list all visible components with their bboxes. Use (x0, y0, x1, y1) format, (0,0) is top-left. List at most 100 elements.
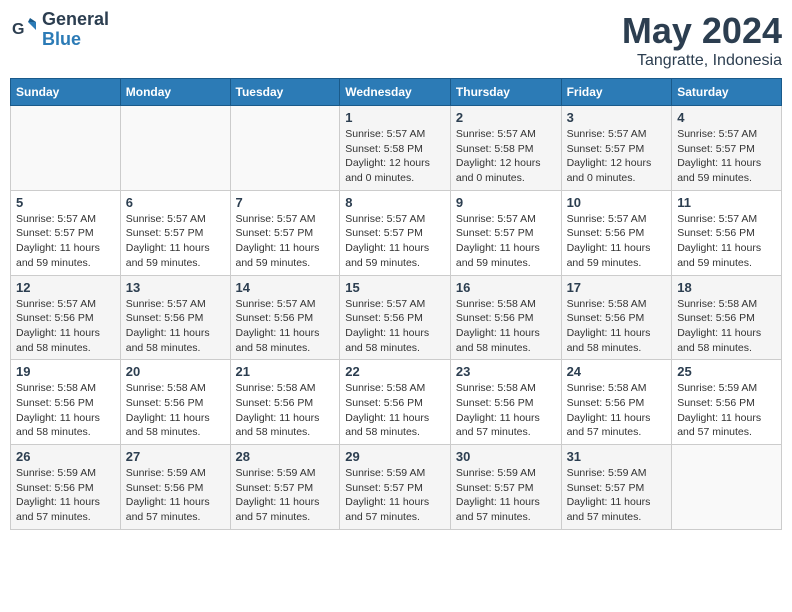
day-info: Sunrise: 5:57 AMSunset: 5:57 PMDaylight:… (456, 212, 556, 271)
day-number: 25 (677, 364, 776, 379)
calendar-cell: 25 Sunrise: 5:59 AMSunset: 5:56 PMDayligh… (672, 360, 782, 445)
day-info: Sunrise: 5:58 AMSunset: 5:56 PMDaylight:… (456, 297, 556, 356)
month-title: May 2024 (622, 10, 782, 52)
day-info: Sunrise: 5:59 AMSunset: 5:56 PMDaylight:… (16, 466, 115, 525)
day-info: Sunrise: 5:58 AMSunset: 5:56 PMDaylight:… (677, 297, 776, 356)
calendar-cell: 15 Sunrise: 5:57 AMSunset: 5:56 PMDayligh… (340, 275, 451, 360)
day-info: Sunrise: 5:57 AMSunset: 5:56 PMDaylight:… (126, 297, 225, 356)
calendar-week-row: 5 Sunrise: 5:57 AMSunset: 5:57 PMDaylight… (11, 190, 782, 275)
day-number: 21 (236, 364, 335, 379)
day-info: Sunrise: 5:59 AMSunset: 5:56 PMDaylight:… (126, 466, 225, 525)
day-number: 14 (236, 280, 335, 295)
day-info: Sunrise: 5:57 AMSunset: 5:56 PMDaylight:… (236, 297, 335, 356)
logo-text-line1: General (42, 10, 109, 30)
day-info: Sunrise: 5:57 AMSunset: 5:57 PMDaylight:… (126, 212, 225, 271)
day-number: 13 (126, 280, 225, 295)
day-number: 30 (456, 449, 556, 464)
day-number: 3 (567, 110, 667, 125)
calendar-cell: 6Sunrise: 5:57 AMSunset: 5:57 PMDaylight… (120, 190, 230, 275)
day-info: Sunrise: 5:59 AMSunset: 5:56 PMDaylight:… (677, 381, 776, 440)
calendar-cell: 16 Sunrise: 5:58 AMSunset: 5:56 PMDayligh… (450, 275, 561, 360)
day-number: 22 (345, 364, 445, 379)
calendar-cell: 28 Sunrise: 5:59 AMSunset: 5:57 PMDayligh… (230, 445, 340, 530)
calendar-cell (672, 445, 782, 530)
calendar-week-row: 26 Sunrise: 5:59 AMSunset: 5:56 PMDayligh… (11, 445, 782, 530)
day-info: Sunrise: 5:59 AMSunset: 5:57 PMDaylight:… (456, 466, 556, 525)
day-info: Sunrise: 5:57 AMSunset: 5:56 PMDaylight:… (567, 212, 667, 271)
calendar-cell: 14 Sunrise: 5:57 AMSunset: 5:56 PMDayligh… (230, 275, 340, 360)
day-number: 1 (345, 110, 445, 125)
day-info: Sunrise: 5:59 AMSunset: 5:57 PMDaylight:… (236, 466, 335, 525)
day-number: 7 (236, 195, 335, 210)
day-number: 15 (345, 280, 445, 295)
weekday-header: Tuesday (230, 79, 340, 106)
location: Tangratte, Indonesia (622, 52, 782, 70)
calendar-cell: 4Sunrise: 5:57 AMSunset: 5:57 PMDaylight… (672, 106, 782, 191)
title-block: May 2024 Tangratte, Indonesia (622, 10, 782, 70)
day-info: Sunrise: 5:58 AMSunset: 5:56 PMDaylight:… (236, 381, 335, 440)
logo-icon: G (10, 16, 38, 44)
weekday-header: Saturday (672, 79, 782, 106)
day-info: Sunrise: 5:57 AMSunset: 5:57 PMDaylight:… (345, 212, 445, 271)
calendar-week-row: 1 Sunrise: 5:57 AMSunset: 5:58 PMDaylight… (11, 106, 782, 191)
calendar-cell: 30 Sunrise: 5:59 AMSunset: 5:57 PMDayligh… (450, 445, 561, 530)
day-info: Sunrise: 5:57 AMSunset: 5:57 PMDaylight:… (567, 127, 667, 186)
calendar-cell: 19Sunrise: 5:58 AMSunset: 5:56 PMDayligh… (11, 360, 121, 445)
day-info: Sunrise: 5:59 AMSunset: 5:57 PMDaylight:… (345, 466, 445, 525)
day-info: Sunrise: 5:58 AMSunset: 5:56 PMDaylight:… (16, 381, 115, 440)
day-info: Sunrise: 5:58 AMSunset: 5:56 PMDaylight:… (456, 381, 556, 440)
day-number: 28 (236, 449, 335, 464)
day-number: 5 (16, 195, 115, 210)
day-number: 24 (567, 364, 667, 379)
day-number: 20 (126, 364, 225, 379)
day-number: 29 (345, 449, 445, 464)
svg-text:G: G (12, 21, 24, 38)
calendar-cell: 8 Sunrise: 5:57 AMSunset: 5:57 PMDaylight… (340, 190, 451, 275)
day-info: Sunrise: 5:59 AMSunset: 5:57 PMDaylight:… (567, 466, 667, 525)
weekday-header: Friday (561, 79, 672, 106)
day-info: Sunrise: 5:57 AMSunset: 5:56 PMDaylight:… (16, 297, 115, 356)
logo-text-line2: Blue (42, 30, 109, 50)
day-number: 9 (456, 195, 556, 210)
day-info: Sunrise: 5:58 AMSunset: 5:56 PMDaylight:… (345, 381, 445, 440)
calendar-cell: 2Sunrise: 5:57 AMSunset: 5:58 PMDaylight… (450, 106, 561, 191)
calendar-cell: 7 Sunrise: 5:57 AMSunset: 5:57 PMDaylight… (230, 190, 340, 275)
calendar-week-row: 12Sunrise: 5:57 AMSunset: 5:56 PMDayligh… (11, 275, 782, 360)
page-header: G General Blue May 2024 Tangratte, Indon… (10, 10, 782, 70)
day-number: 4 (677, 110, 776, 125)
day-info: Sunrise: 5:58 AMSunset: 5:56 PMDaylight:… (126, 381, 225, 440)
calendar-cell: 29 Sunrise: 5:59 AMSunset: 5:57 PMDayligh… (340, 445, 451, 530)
day-number: 26 (16, 449, 115, 464)
day-info: Sunrise: 5:57 AMSunset: 5:58 PMDaylight:… (456, 127, 556, 186)
calendar-cell: 27 Sunrise: 5:59 AMSunset: 5:56 PMDayligh… (120, 445, 230, 530)
day-number: 16 (456, 280, 556, 295)
weekday-header: Thursday (450, 79, 561, 106)
day-number: 18 (677, 280, 776, 295)
calendar-cell: 11Sunrise: 5:57 AMSunset: 5:56 PMDayligh… (672, 190, 782, 275)
day-info: Sunrise: 5:57 AMSunset: 5:56 PMDaylight:… (677, 212, 776, 271)
calendar-cell: 24 Sunrise: 5:58 AMSunset: 5:56 PMDayligh… (561, 360, 672, 445)
calendar-cell: 5Sunrise: 5:57 AMSunset: 5:57 PMDaylight… (11, 190, 121, 275)
day-number: 27 (126, 449, 225, 464)
calendar-week-row: 19Sunrise: 5:58 AMSunset: 5:56 PMDayligh… (11, 360, 782, 445)
calendar-cell (120, 106, 230, 191)
weekday-header: Sunday (11, 79, 121, 106)
calendar-cell: 20 Sunrise: 5:58 AMSunset: 5:56 PMDayligh… (120, 360, 230, 445)
calendar-cell: 12Sunrise: 5:57 AMSunset: 5:56 PMDayligh… (11, 275, 121, 360)
day-number: 8 (345, 195, 445, 210)
calendar-cell: 18 Sunrise: 5:58 AMSunset: 5:56 PMDayligh… (672, 275, 782, 360)
day-number: 10 (567, 195, 667, 210)
calendar-cell: 22 Sunrise: 5:58 AMSunset: 5:56 PMDayligh… (340, 360, 451, 445)
day-info: Sunrise: 5:58 AMSunset: 5:56 PMDaylight:… (567, 297, 667, 356)
day-number: 17 (567, 280, 667, 295)
calendar-cell: 23 Sunrise: 5:58 AMSunset: 5:56 PMDayligh… (450, 360, 561, 445)
weekday-row: SundayMondayTuesdayWednesdayThursdayFrid… (11, 79, 782, 106)
calendar-cell: 3 Sunrise: 5:57 AMSunset: 5:57 PMDaylight… (561, 106, 672, 191)
calendar-cell: 21 Sunrise: 5:58 AMSunset: 5:56 PMDayligh… (230, 360, 340, 445)
day-info: Sunrise: 5:57 AMSunset: 5:57 PMDaylight:… (236, 212, 335, 271)
day-info: Sunrise: 5:57 AMSunset: 5:56 PMDaylight:… (345, 297, 445, 356)
calendar-header: SundayMondayTuesdayWednesdayThursdayFrid… (11, 79, 782, 106)
day-number: 23 (456, 364, 556, 379)
day-info: Sunrise: 5:58 AMSunset: 5:56 PMDaylight:… (567, 381, 667, 440)
logo: G General Blue (10, 10, 109, 50)
